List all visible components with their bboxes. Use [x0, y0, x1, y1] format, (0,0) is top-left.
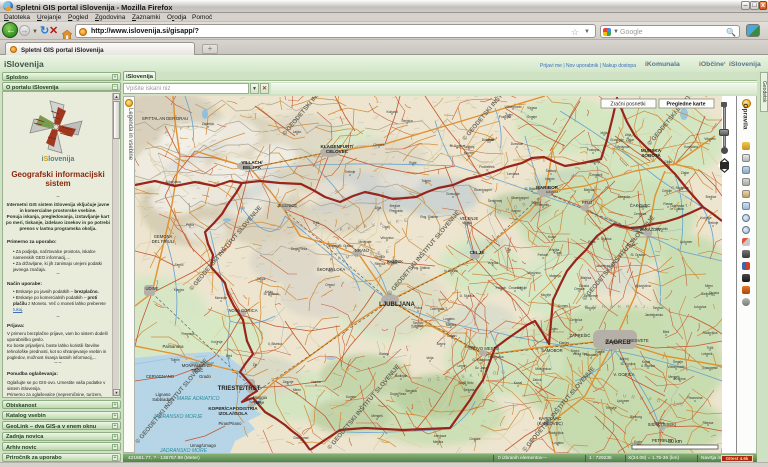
svg-text:Zračni posnetki: Zračni posnetki: [610, 102, 645, 108]
svg-text:Pregledne karte: Pregledne karte: [667, 102, 706, 108]
